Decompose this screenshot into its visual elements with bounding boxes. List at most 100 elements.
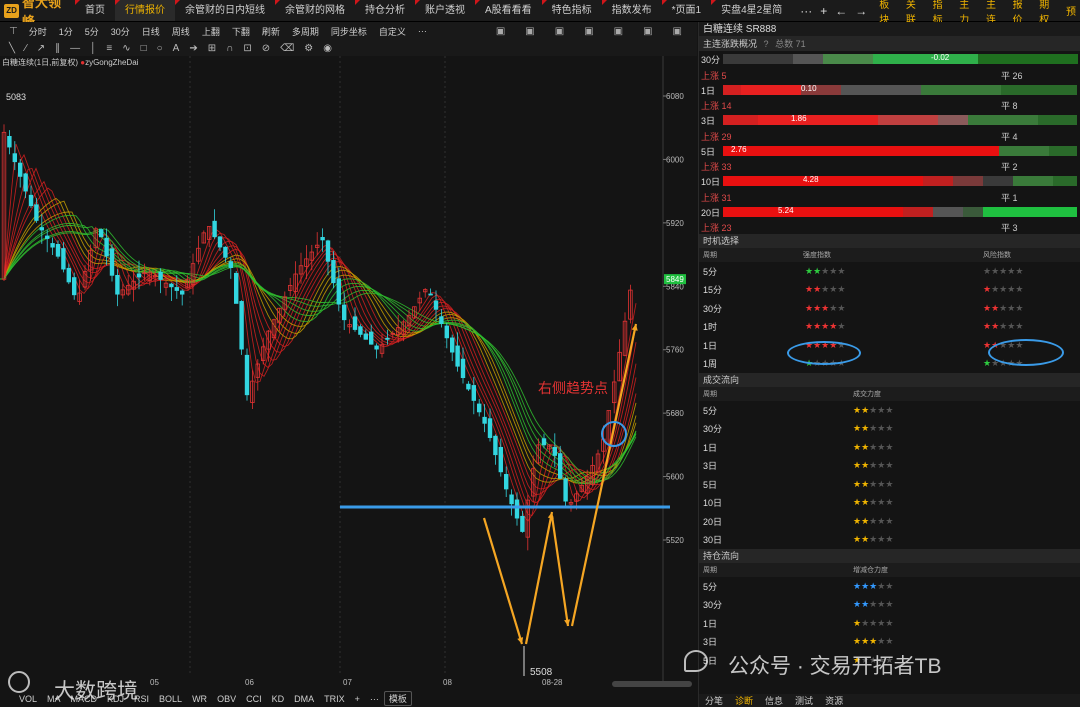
indicator-tab-14[interactable]: 模板 [383,691,412,706]
flow-row[interactable]: 1日 ★★★★★ [699,438,1080,457]
timing-row[interactable]: 5分 ★★★★★ ★★★★★ [699,262,1080,281]
chart-canvas[interactable]: 6080600059205840576056805600552005 06 07 08… [0,56,697,686]
indicator-tab-7[interactable]: OBV [212,694,241,704]
indicator-tab-6[interactable]: WR [187,694,212,704]
add-tab-icon[interactable]: + [820,4,827,18]
period-button-10[interactable]: 同步坐标 [325,25,373,38]
tab-5[interactable]: 账户透视 [414,0,475,21]
mr-row[interactable]: 3日 1.86 [699,112,1080,128]
period-button-12[interactable]: ··· [412,26,433,36]
indicator-tab-13[interactable]: ··· [365,694,384,704]
rect-tool-icon[interactable]: □ [136,43,152,54]
period-button-0[interactable]: 分时 [23,25,53,38]
tab-4[interactable]: 持仓分析 [354,0,415,21]
settings-tool-icon[interactable]: ⚙ [299,43,318,54]
text-tool-icon[interactable]: A [168,43,185,54]
timing-row[interactable]: 1日 ★★★★★ ★★★★★ [699,336,1080,355]
tab-8[interactable]: 指数发布 [601,0,662,21]
position-row[interactable]: 1日 ★★★★★ [699,614,1080,633]
indicator-tab-0[interactable]: VOL [14,694,42,704]
indicator-tab-9[interactable]: KD [267,694,290,704]
right-menu-item-7[interactable]: 预 [1062,3,1080,18]
period-button-4[interactable]: 日线 [136,25,166,38]
position-row[interactable]: 5分 ★★★★★ [699,577,1080,596]
bottom-tab-2[interactable]: 信息 [759,694,789,707]
indicator-tab-11[interactable]: TRIX [319,694,350,704]
mr-row[interactable]: 5日 2.76 [699,143,1080,159]
help-icon[interactable]: ? [764,39,769,49]
tab-7[interactable]: 特色指标 [541,0,602,21]
ray-tool-icon[interactable]: ↗ [32,43,50,54]
indicator-tab-10[interactable]: DMA [289,694,319,704]
period-button-3[interactable]: 30分 [105,25,136,38]
cloud-icon[interactable]: ▣ [520,26,539,37]
period-button-1[interactable]: 1分 [53,25,79,38]
trash-icon[interactable]: ▣ [638,26,657,37]
tab-3[interactable]: 余管财的网格 [274,0,355,21]
mr-row[interactable]: 30分 -0.02 [699,51,1080,67]
wave-tool-icon[interactable]: ∿ [117,43,135,54]
line-tool-icon[interactable]: ╲ [4,43,20,54]
pin-icon[interactable]: ⊤ [4,26,23,37]
timing-row[interactable]: 30分 ★★★★★ ★★★★★ [699,299,1080,318]
bottom-tab-1[interactable]: 诊断 [729,694,759,707]
tab-9[interactable]: *页面1 [661,0,711,21]
position-row[interactable]: 30分 ★★★★★ [699,596,1080,615]
measure-tool-icon[interactable]: ⊞ [203,43,221,54]
hide-tool-icon[interactable]: ⊘ [257,43,275,54]
period-button-2[interactable]: 5分 [79,25,105,38]
position-row[interactable]: 3日 ★★★★★ [699,633,1080,652]
layout-icon[interactable]: ▣ [609,26,628,37]
timing-row[interactable]: 1周 ★★★★★ ★★★★★ [699,355,1080,374]
bottom-tab-3[interactable]: 测试 [789,694,819,707]
flow-row[interactable]: 30分 ★★★★★ [699,420,1080,439]
timing-row[interactable]: 15分 ★★★★★ ★★★★★ [699,281,1080,300]
circle-tool-icon[interactable]: ○ [152,43,168,54]
kline-chart[interactable]: 6080 6000 5920 5840 5760 5680 5600 5520 05 06 07 08… [0,56,697,686]
indicator-tab-8[interactable]: CCI [241,694,267,704]
horizontal-line-icon[interactable]: — [65,43,85,54]
chart-scrollbar[interactable] [612,681,692,687]
period-button-7[interactable]: 下翻 [226,25,256,38]
cross-icon[interactable]: ▣ [491,26,510,37]
flow-row[interactable]: 20日 ★★★★★ [699,512,1080,531]
indicator-tab-12[interactable]: + [350,694,365,704]
parallel-tool-icon[interactable]: ∥ [50,43,65,54]
tab-6[interactable]: A股看看看 [474,0,542,21]
flow-row[interactable]: 3日 ★★★★★ [699,457,1080,476]
period-button-6[interactable]: 上翻 [196,25,226,38]
segment-tool-icon[interactable]: ∕ [20,43,32,54]
flow-row[interactable]: 10日 ★★★★★ [699,494,1080,513]
vertical-line-icon[interactable]: │ [85,43,101,54]
chart-icon[interactable]: ▣ [579,26,598,37]
tab-1[interactable]: 行情报价 [114,0,175,21]
flow-row[interactable]: 5分 ★★★★★ [699,401,1080,420]
mr-row[interactable]: 1日 0.10 [699,82,1080,98]
tab-2[interactable]: 余管财的日内短线 [174,0,275,21]
magnet-tool-icon[interactable]: ∩ [221,43,238,54]
arrow-tool-icon[interactable]: ➔ [184,43,202,54]
forward-icon[interactable]: → [855,4,867,18]
timing-row[interactable]: 1时 ★★★★★ ★★★★★ [699,318,1080,337]
period-button-9[interactable]: 多周期 [286,25,325,38]
bottom-tab-0[interactable]: 分笔 [699,694,729,707]
bottom-tab-4[interactable]: 资源 [819,694,849,707]
flow-row[interactable]: 5日 ★★★★★ [699,475,1080,494]
indicator-tab-5[interactable]: BOLL [154,694,187,704]
flow-row[interactable]: 30日 ★★★★★ [699,531,1080,550]
tab-10[interactable]: 实盘4星2星简 [711,0,792,21]
delete-tool-icon[interactable]: ⌫ [275,43,299,54]
mr-row[interactable]: 10日 4.28 [699,173,1080,189]
eye-tool-icon[interactable]: ◉ [318,43,337,54]
window-icon[interactable]: ▣ [668,26,687,37]
more-icon[interactable]: ··· [800,4,812,18]
mr-row[interactable]: 20日 5.24 [699,204,1080,220]
tab-0[interactable]: 首页 [74,0,115,21]
back-icon[interactable]: ← [835,4,847,18]
period-button-11[interactable]: 自定义 [373,25,412,38]
period-button-8[interactable]: 刷新 [256,25,286,38]
copy-icon[interactable]: ▣ [550,26,569,37]
fib-tool-icon[interactable]: ≡ [101,43,117,54]
lock-tool-icon[interactable]: ⊡ [238,43,256,54]
period-button-5[interactable]: 周线 [166,25,196,38]
